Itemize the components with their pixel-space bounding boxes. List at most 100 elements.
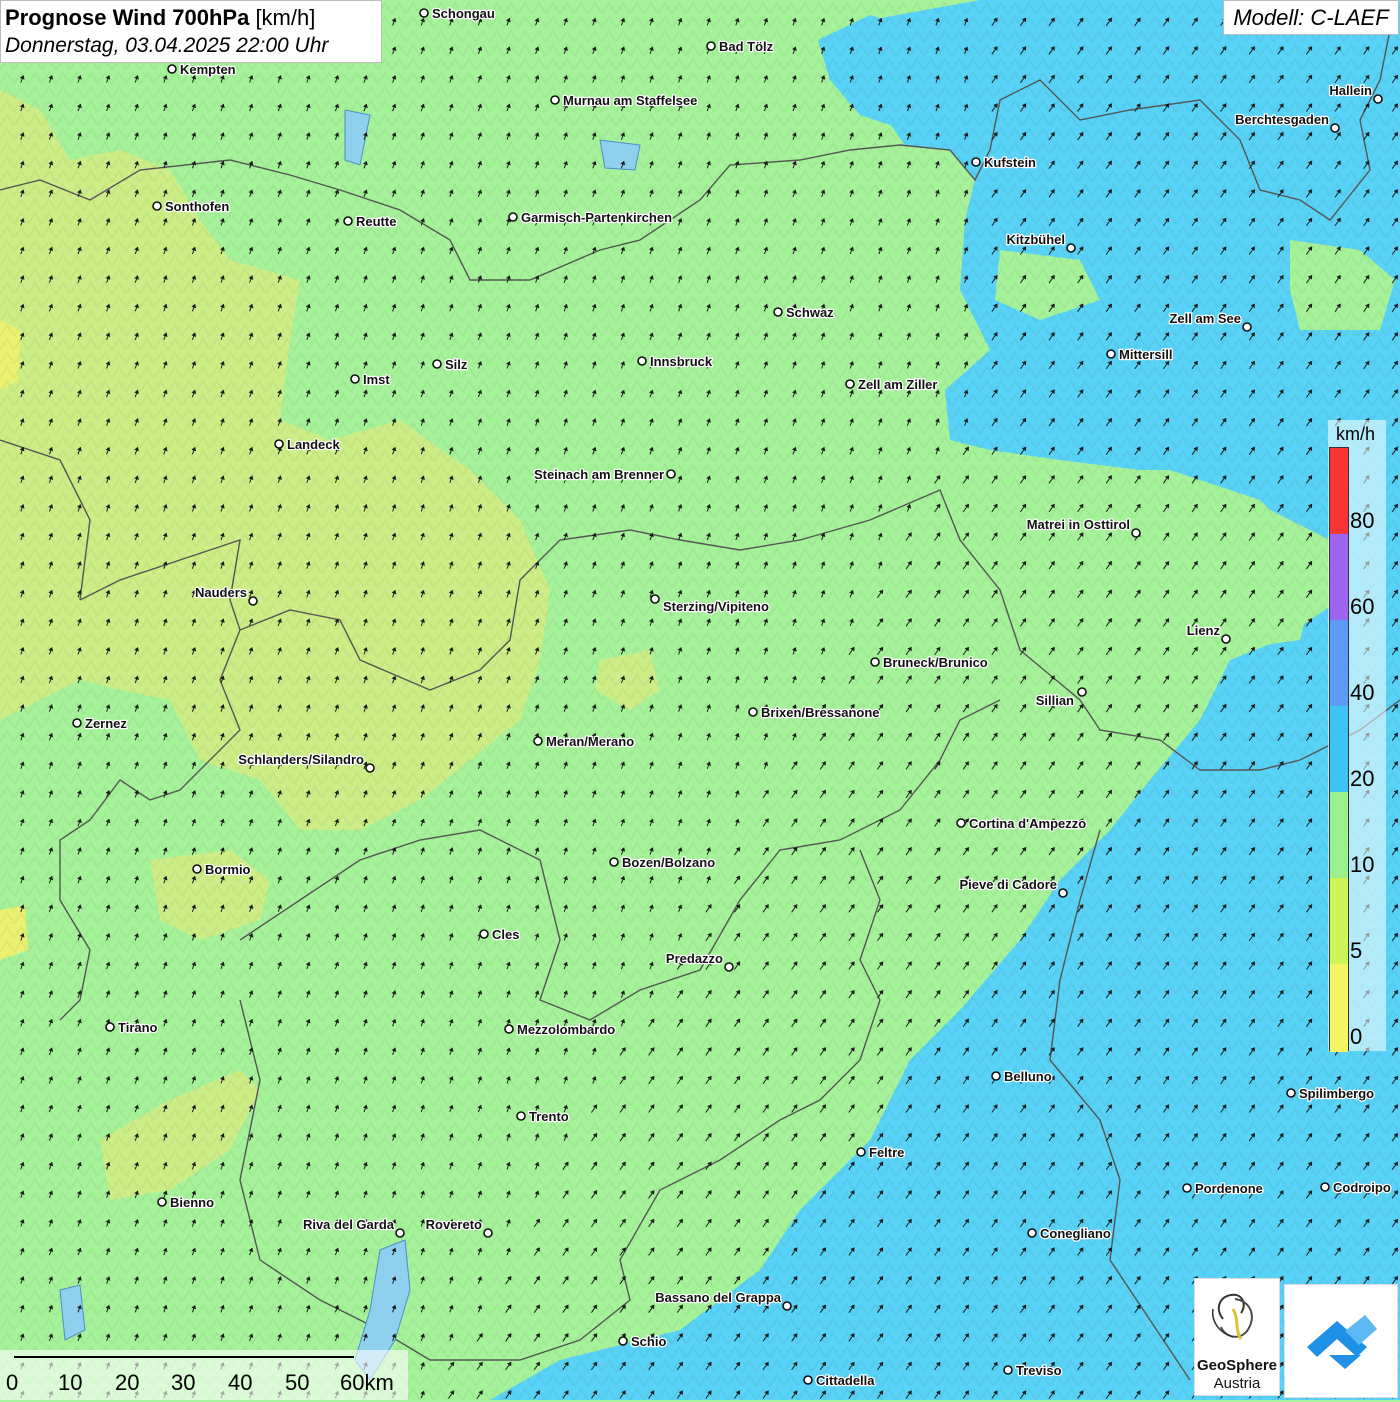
place-marker[interactable]	[724, 962, 734, 972]
place-label: Meran/Merano	[546, 734, 634, 749]
legend-seg-0	[1330, 964, 1348, 1052]
place-marker[interactable]	[419, 8, 429, 18]
place-marker[interactable]	[1182, 1183, 1192, 1193]
place-marker[interactable]	[1330, 123, 1340, 133]
place-innsbruck[interactable]: Innsbruck	[637, 353, 714, 370]
title: Prognose Wind 700hPa [km/h]	[5, 4, 377, 32]
place-marker[interactable]	[72, 718, 82, 728]
place-label: Schwaz	[786, 305, 834, 320]
place-label: Schlanders/Silandro	[238, 752, 364, 767]
legend-label-0: 0	[1350, 1024, 1363, 1049]
place-marker[interactable]	[856, 1147, 866, 1157]
place-marker[interactable]	[1320, 1182, 1330, 1192]
place-marker[interactable]	[1027, 1228, 1037, 1238]
place-marker[interactable]	[167, 64, 177, 74]
place-label: Belluno	[1004, 1069, 1052, 1084]
place-marker[interactable]	[1131, 528, 1141, 538]
place-label: Zernez	[85, 716, 127, 731]
legend-label-60: 60	[1350, 594, 1375, 619]
place-marker[interactable]	[248, 596, 258, 606]
place-marker[interactable]	[274, 439, 284, 449]
place-marker[interactable]	[803, 1375, 813, 1385]
place-marker[interactable]	[1373, 94, 1383, 104]
place-marker[interactable]	[845, 379, 855, 389]
place-marker[interactable]	[637, 356, 647, 366]
lake-kochelsee	[599, 139, 641, 171]
place-label: Mittersill	[1119, 347, 1172, 362]
legend-label-5: 5	[1350, 938, 1363, 963]
place-marker[interactable]	[479, 929, 489, 939]
place-marker[interactable]	[516, 1111, 526, 1121]
place-marker[interactable]	[609, 857, 619, 867]
place-label: Tirano	[118, 1020, 158, 1035]
place-marker[interactable]	[395, 1228, 405, 1238]
place-label: Nauders	[195, 585, 247, 600]
place-sonthofen[interactable]: Sonthofen	[152, 198, 231, 215]
place-garmisch-partenkirchen[interactable]: Garmisch-Partenkirchen	[508, 209, 673, 226]
place-marker[interactable]	[432, 359, 442, 369]
place-meran-merano[interactable]: Meran/Merano	[533, 733, 635, 750]
place-marker[interactable]	[618, 1336, 628, 1346]
legend-label-40: 40	[1350, 680, 1375, 705]
place-steinach-am-brenner[interactable]: Steinach am Brenner	[533, 466, 676, 483]
place-label: Innsbruck	[650, 354, 713, 369]
place-marker[interactable]	[991, 1071, 1001, 1081]
place-label: Feltre	[869, 1145, 904, 1160]
place-marker[interactable]	[508, 212, 518, 222]
geosphere-logo-text: GeoSphere	[1196, 1357, 1278, 1374]
place-marker[interactable]	[483, 1228, 493, 1238]
place-marker[interactable]	[350, 374, 360, 384]
place-label: Cortina d'Ampezzo	[969, 816, 1086, 831]
place-bozen-bolzano[interactable]: Bozen/Bolzano	[609, 854, 716, 871]
place-marker[interactable]	[666, 469, 676, 479]
place-marker[interactable]	[706, 41, 716, 51]
place-marker[interactable]	[870, 657, 880, 667]
place-marker[interactable]	[1003, 1365, 1013, 1375]
place-marker[interactable]	[365, 763, 375, 773]
app-logo[interactable]	[1284, 1284, 1398, 1398]
place-marker[interactable]	[1286, 1088, 1296, 1098]
place-pordenone[interactable]: Pordenone	[1182, 1180, 1264, 1197]
color-legend: km/h 80 60 40 20 10 5 0	[1328, 420, 1386, 1052]
place-marker[interactable]	[773, 307, 783, 317]
place-marker[interactable]	[504, 1024, 514, 1034]
place-marker[interactable]	[343, 216, 353, 226]
place-marker[interactable]	[1066, 243, 1076, 253]
place-marker[interactable]	[105, 1022, 115, 1032]
place-marker[interactable]	[782, 1301, 792, 1311]
austria-logo-text: Austria	[1213, 1375, 1261, 1392]
place-murnau-am-staffelsee[interactable]: Murnau am Staffelsee	[550, 92, 699, 109]
place-label: Murnau am Staffelsee	[563, 93, 697, 108]
place-marker[interactable]	[1221, 634, 1231, 644]
place-marker[interactable]	[650, 594, 660, 604]
scale-label-30: 30	[171, 1370, 196, 1395]
place-zell-am-ziller[interactable]: Zell am Ziller	[845, 376, 939, 393]
place-label: Zell am See	[1169, 311, 1241, 326]
scale-label-40: 40	[228, 1370, 253, 1395]
place-marker[interactable]	[1077, 687, 1087, 697]
place-marker[interactable]	[192, 864, 202, 874]
place-bruneck-brunico[interactable]: Bruneck/Brunico	[870, 654, 989, 671]
place-brixen-bressanone[interactable]: Brixen/Bressanone	[748, 704, 881, 721]
place-label: Bienno	[170, 1195, 214, 1210]
place-marker[interactable]	[748, 707, 758, 717]
place-label: Bad Tölz	[719, 39, 774, 54]
place-mezzolombardo[interactable]: Mezzolombardo	[504, 1021, 617, 1038]
place-marker[interactable]	[971, 157, 981, 167]
place-marker[interactable]	[152, 201, 162, 211]
place-marker[interactable]	[956, 818, 966, 828]
place-marker[interactable]	[1058, 888, 1068, 898]
geosphere-logo[interactable]: GeoSphere Austria	[1194, 1278, 1280, 1396]
model-label: Modell: C-LAEF	[1223, 0, 1399, 35]
legend-seg-60	[1330, 534, 1348, 620]
place-label: Rovereto	[426, 1217, 482, 1232]
place-marker[interactable]	[157, 1197, 167, 1207]
place-marker[interactable]	[550, 95, 560, 105]
place-schongau[interactable]: Schongau	[419, 5, 496, 22]
place-conegliano[interactable]: Conegliano	[1027, 1225, 1112, 1242]
place-cortina-d-ampezzo[interactable]: Cortina d'Ampezzo	[956, 815, 1088, 832]
place-spilimbergo[interactable]: Spilimbergo	[1286, 1085, 1375, 1102]
place-marker[interactable]	[1242, 322, 1252, 332]
place-marker[interactable]	[1106, 349, 1116, 359]
place-marker[interactable]	[533, 736, 543, 746]
